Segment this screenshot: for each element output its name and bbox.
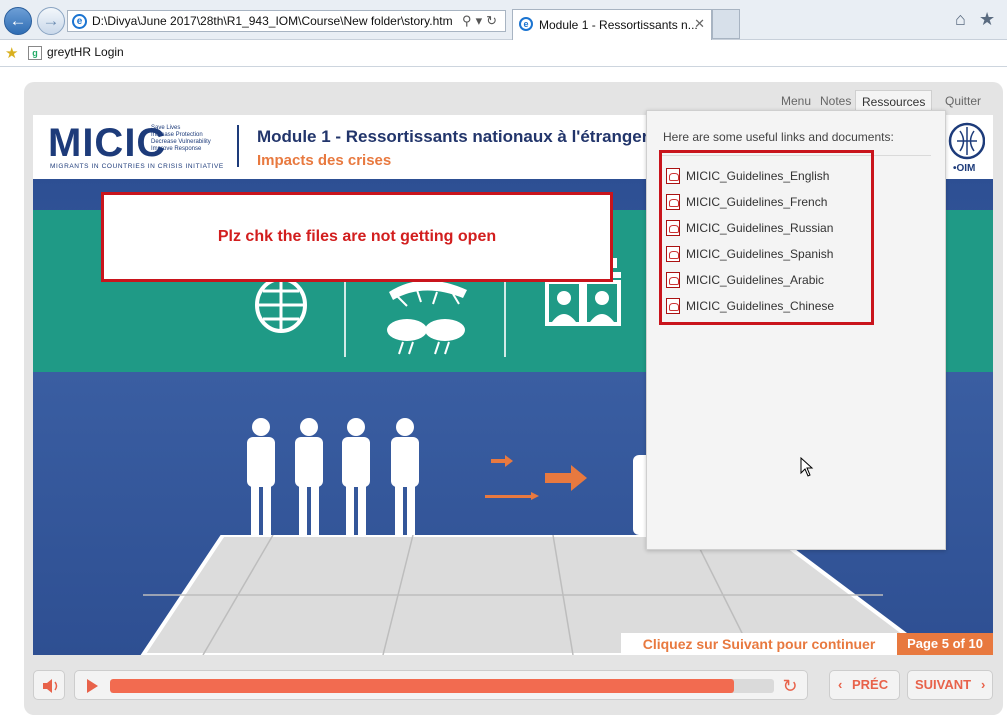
browser-toolbar: ← → e D:\Divya\June 2017\28th\R1_943_IOM…	[0, 0, 1007, 40]
player-topnav: Menu Notes Ressources Quitter	[775, 90, 995, 112]
greythr-favicon: g	[28, 46, 42, 60]
chevron-right-icon: ›	[981, 677, 986, 692]
mouse-cursor-icon	[800, 457, 814, 477]
module-subtitle: Impacts des crises	[257, 152, 392, 169]
resource-label[interactable]: MICIC_Guidelines_Russian	[686, 221, 833, 235]
favorite-link[interactable]: greytHR Login	[47, 45, 124, 59]
refresh-icon[interactable]: ↻	[486, 13, 501, 28]
resource-link-russian[interactable]: MICIC_Guidelines_Russian	[666, 219, 866, 237]
address-url[interactable]: D:\Divya\June 2017\28th\R1_943_IOM\Cours…	[92, 14, 453, 28]
tab-ie-icon: e	[519, 17, 533, 31]
resource-link-english[interactable]: MICIC_Guidelines_English	[666, 167, 866, 185]
resource-label[interactable]: MICIC_Guidelines_French	[686, 195, 827, 209]
dropdown-icon[interactable]: ▾	[476, 13, 487, 28]
resource-label[interactable]: MICIC_Guidelines_Chinese	[686, 299, 834, 313]
tagline-line: Decrease Vulnerability	[151, 139, 211, 145]
home-icon[interactable]: ⌂	[955, 9, 966, 30]
favorites-bar: ★ g greytHR Login	[0, 40, 1007, 67]
next-label: SUIVANT	[915, 677, 972, 692]
tab-title: Module 1 - Ressortissants n...	[539, 18, 698, 32]
replay-icon[interactable]: ↻	[779, 675, 801, 697]
pdf-icon	[666, 168, 680, 184]
player-controls: ↻ ‹ PRÉC SUIVANT ›	[24, 666, 1003, 706]
resource-label[interactable]: MICIC_Guidelines_Spanish	[686, 247, 833, 261]
browser-tab-active[interactable]: e Module 1 - Ressortissants n... ✕	[512, 9, 712, 40]
annotation-text: Plz chk the files are not getting open	[217, 228, 497, 245]
resource-label[interactable]: MICIC_Guidelines_Arabic	[686, 273, 824, 287]
resource-link-french[interactable]: MICIC_Guidelines_French	[666, 193, 866, 211]
tab-notes[interactable]: Notes	[814, 90, 857, 112]
annotation-box: Plz chk the files are not getting open	[101, 192, 613, 282]
logo-subtitle: MIGRANTS IN COUNTRIES IN CRISIS INITIATI…	[50, 163, 224, 170]
micic-logo: MICIC	[48, 121, 167, 165]
tagline-line: Improve Response	[151, 146, 202, 152]
seekbar[interactable]	[110, 679, 774, 693]
page-indicator: Page 5 of 10	[897, 633, 993, 655]
tab-ressources[interactable]: Ressources	[855, 90, 933, 112]
oim-logo-text: •OIM	[953, 163, 975, 174]
new-tab-button[interactable]	[712, 9, 740, 39]
close-tab-icon[interactable]: ✕	[694, 16, 705, 32]
favorites-add-icon[interactable]: ★	[5, 44, 18, 62]
tab-quitter[interactable]: Quitter	[939, 90, 987, 112]
tab-menu[interactable]: Menu	[775, 90, 817, 112]
header-divider	[237, 125, 239, 167]
volume-button[interactable]	[33, 670, 65, 700]
pdf-icon	[666, 246, 680, 262]
pdf-icon	[666, 298, 680, 314]
oim-logo: •OIM	[945, 119, 986, 175]
ie-icon: e	[72, 14, 87, 29]
resource-label[interactable]: MICIC_Guidelines_English	[686, 169, 829, 183]
next-button[interactable]: SUIVANT ›	[907, 670, 993, 700]
search-icon[interactable]: ⚲	[462, 13, 476, 28]
pdf-icon	[666, 194, 680, 210]
forward-button[interactable]: →	[37, 7, 65, 35]
pdf-icon	[666, 220, 680, 236]
seekbar-progress	[110, 679, 735, 693]
resource-link-spanish[interactable]: MICIC_Guidelines_Spanish	[666, 245, 866, 263]
course-player: Menu Notes Ressources Quitter MICIC Save…	[24, 82, 1003, 715]
pdf-icon	[666, 272, 680, 288]
resource-link-arabic[interactable]: MICIC_Guidelines_Arabic	[666, 271, 866, 289]
resource-link-chinese[interactable]: MICIC_Guidelines_Chinese	[666, 297, 866, 315]
prev-label: PRÉC	[852, 677, 889, 692]
play-icon[interactable]	[87, 679, 98, 693]
slide-footer: Cliquez sur Suivant pour continuer Page …	[621, 633, 993, 655]
screen: ← → e D:\Divya\June 2017\28th\R1_943_IOM…	[0, 0, 1007, 725]
address-tools[interactable]: ⚲▾↻	[462, 13, 501, 29]
continue-hint: Cliquez sur Suivant pour continuer	[621, 633, 897, 655]
address-bar[interactable]: e D:\Divya\June 2017\28th\R1_943_IOM\Cou…	[67, 10, 506, 32]
logo-tagline: Save Lives Increase Protection Decrease …	[151, 125, 221, 153]
chevron-left-icon: ‹	[838, 677, 843, 692]
tagline-line: Increase Protection	[151, 132, 203, 138]
resources-intro: Here are some useful links and documents…	[663, 130, 894, 144]
favorites-star-icon[interactable]: ★	[979, 9, 995, 30]
forward-arrow-icon: →	[42, 11, 60, 30]
prev-button[interactable]: ‹ PRÉC	[829, 670, 900, 700]
back-arrow-icon: ←	[9, 11, 27, 30]
tagline-line: Save Lives	[151, 125, 181, 131]
speaker-icon	[43, 679, 58, 693]
back-button[interactable]: ←	[4, 7, 32, 35]
module-title: Module 1 - Ressortissants nationaux à l'…	[257, 127, 663, 146]
resources-panel: Here are some useful links and documents…	[646, 110, 946, 550]
seekbar-container: ↻	[74, 670, 808, 700]
